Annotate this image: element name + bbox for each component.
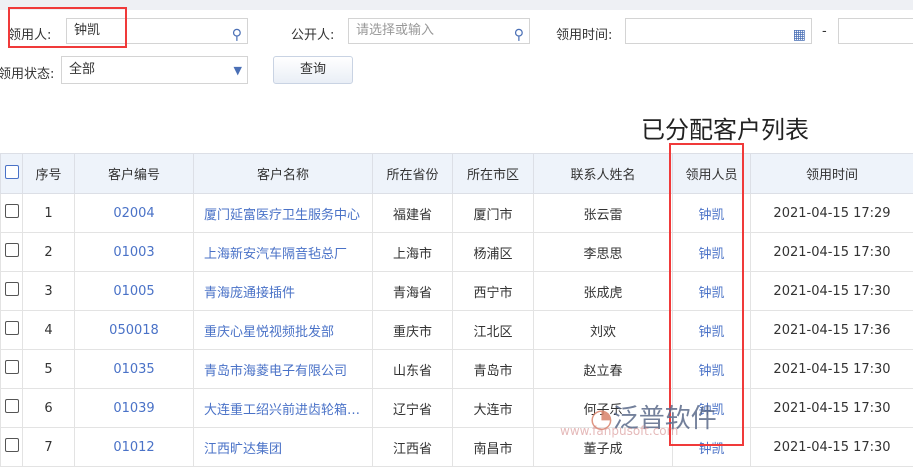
top-bar [0,0,913,10]
col-header: 序号 [23,154,75,194]
table-row: 102004厦门延富医疗卫生服务中心福建省厦门市张云雷钟凯2021-04-15 … [1,194,913,233]
time-label: 领用时间: [556,24,612,43]
contact-name: 张成虎 [534,272,673,311]
province: 重庆市 [373,311,453,350]
customer-code-link[interactable]: 01005 [75,272,194,311]
public-label: 公开人: [291,24,334,43]
time-end-input[interactable] [838,18,913,44]
row-index: 7 [23,428,75,467]
customer-name-link[interactable]: 青岛市海菱电子有限公司 [194,350,373,389]
watermark-logo: ◔泛普软件www.fanpusoft.com [590,398,717,435]
customer-code-link[interactable]: 02004 [75,194,194,233]
public-input[interactable]: 请选择或输入 ⚲ [348,18,530,44]
row-index: 2 [23,233,75,272]
customer-code-link[interactable]: 01012 [75,428,194,467]
receive-time: 2021-04-15 17:30 [751,350,913,389]
contact-name: 赵立春 [534,350,673,389]
status-label: 领用状态: [0,63,54,82]
table-row: 701012江西旷达集团江西省南昌市董子成钟凯2021-04-15 17:30 [1,428,913,467]
table-row: 301005青海庞通接插件青海省西宁市张成虎钟凯2021-04-15 17:30 [1,272,913,311]
col-header[interactable]: 所在省份 [373,154,453,194]
customer-name-link[interactable]: 重庆心星悦视频批发部 [194,311,373,350]
receive-time: 2021-04-15 17:30 [751,233,913,272]
range-separator: - [822,24,827,39]
status-value: 全部 [69,62,95,77]
contact-name: 刘欢 [534,311,673,350]
city: 江北区 [453,311,534,350]
row-checkbox[interactable] [1,194,23,233]
row-checkbox[interactable] [1,428,23,467]
row-checkbox[interactable] [1,233,23,272]
receive-time: 2021-04-15 17:29 [751,194,913,233]
province: 青海省 [373,272,453,311]
province: 辽宁省 [373,389,453,428]
col-header[interactable]: 客户编号 [75,154,194,194]
select-all-checkbox[interactable] [1,154,23,194]
row-index: 1 [23,194,75,233]
time-start-input[interactable]: ▦ [625,18,812,44]
receive-time: 2021-04-15 17:30 [751,389,913,428]
customer-code-link[interactable]: 050018 [75,311,194,350]
city: 青岛市 [453,350,534,389]
contact-name: 张云雷 [534,194,673,233]
receive-time: 2021-04-15 17:30 [751,272,913,311]
col-header[interactable]: 所在市区 [453,154,534,194]
customer-code-link[interactable]: 01035 [75,350,194,389]
province: 上海市 [373,233,453,272]
customer-name-link[interactable]: 青海庞通接插件 [194,272,373,311]
row-index: 4 [23,311,75,350]
row-checkbox[interactable] [1,311,23,350]
search-icon[interactable]: ⚲ [514,23,524,47]
page-title: 已分配客户列表 [641,110,809,145]
row-checkbox[interactable] [1,389,23,428]
row-checkbox[interactable] [1,350,23,389]
customer-code-link[interactable]: 01039 [75,389,194,428]
col-header[interactable]: 客户名称 [194,154,373,194]
status-select[interactable]: 全部 ▼ [61,56,248,84]
row-index: 3 [23,272,75,311]
table-row: 4050018重庆心星悦视频批发部重庆市江北区刘欢钟凯2021-04-15 17… [1,311,913,350]
row-index: 5 [23,350,75,389]
receive-time: 2021-04-15 17:30 [751,428,913,467]
table-row: 201003上海新安汽车隔音毡总厂上海市杨浦区李思思钟凯2021-04-15 1… [1,233,913,272]
public-placeholder: 请选择或输入 [356,23,434,38]
city: 厦门市 [453,194,534,233]
contact-name: 李思思 [534,233,673,272]
search-icon[interactable]: ⚲ [232,23,242,47]
city: 西宁市 [453,272,534,311]
receive-time: 2021-04-15 17:36 [751,311,913,350]
row-index: 6 [23,389,75,428]
customer-name-link[interactable]: 上海新安汽车隔音毡总厂 [194,233,373,272]
customer-table: 序号 客户编号 客户名称 所在省份 所在市区 联系人姓名 领用人员 领用时间 1… [0,153,913,467]
query-button[interactable]: 查询 [273,56,353,84]
highlight-box [8,7,127,48]
calendar-icon[interactable]: ▦ [793,23,806,47]
customer-code-link[interactable]: 01003 [75,233,194,272]
customer-name-link[interactable]: 大连重工绍兴前进齿轮箱… [194,389,373,428]
city: 杨浦区 [453,233,534,272]
city: 大连市 [453,389,534,428]
table-row: 501035青岛市海菱电子有限公司山东省青岛市赵立春钟凯2021-04-15 1… [1,350,913,389]
customer-name-link[interactable]: 厦门延富医疗卫生服务中心 [194,194,373,233]
table-row: 601039大连重工绍兴前进齿轮箱…辽宁省大连市何子乐钟凯2021-04-15 … [1,389,913,428]
customer-name-link[interactable]: 江西旷达集团 [194,428,373,467]
col-header[interactable]: 领用时间 [751,154,913,194]
province: 福建省 [373,194,453,233]
col-header[interactable]: 联系人姓名 [534,154,673,194]
city: 南昌市 [453,428,534,467]
row-checkbox[interactable] [1,272,23,311]
province: 山东省 [373,350,453,389]
province: 江西省 [373,428,453,467]
chevron-down-icon: ▼ [234,58,242,84]
table-header: 序号 客户编号 客户名称 所在省份 所在市区 联系人姓名 领用人员 领用时间 [1,154,913,194]
